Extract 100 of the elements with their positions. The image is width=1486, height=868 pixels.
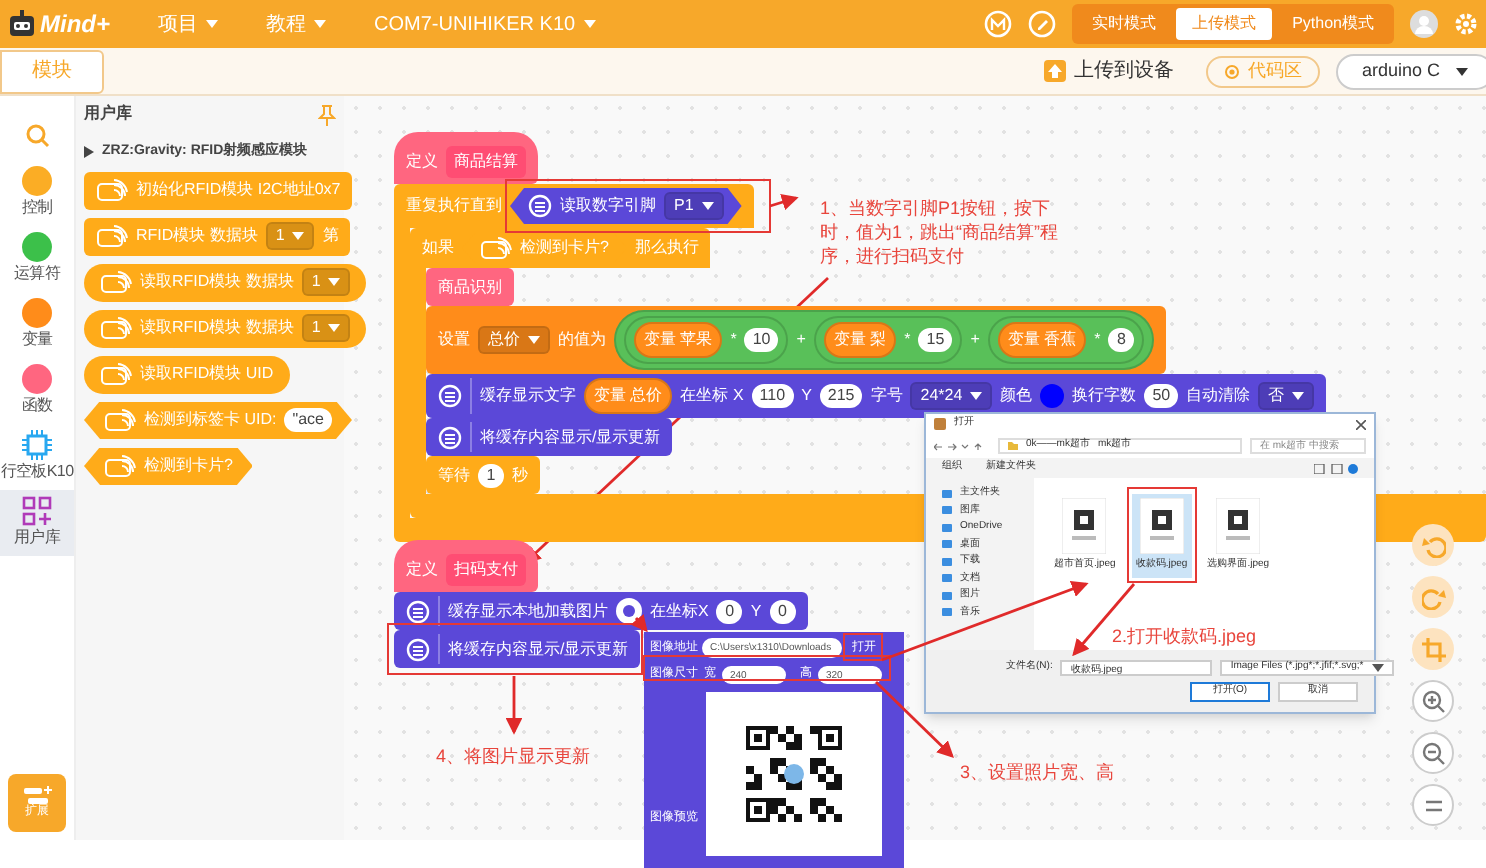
number-field[interactable]: 10 [744,328,779,352]
chip-icon [22,430,52,460]
annotation-arrow [505,676,523,735]
avatar-icon[interactable] [1410,10,1438,38]
category-item[interactable]: 用户库 [0,490,74,556]
number-field[interactable]: 8 [1108,328,1135,352]
palette-title: 用户库 [84,102,132,126]
number-field[interactable]: 50 [1144,384,1179,408]
caret-icon [583,20,596,28]
redo-icon [1421,585,1445,609]
block-label: 字号 [870,384,903,408]
library-grid-icon [22,496,52,526]
block-label: 商品识别 [438,275,502,299]
block-label: 在坐标 X [680,384,744,408]
function-name-label: 扫码支付 [446,554,526,586]
upload-button[interactable]: 上传到设备 [1043,56,1174,86]
block-label: RFID模块 数据块 [136,224,258,248]
caret-icon [328,278,341,286]
block-label: * [730,328,737,352]
block-label: Y [801,384,812,408]
caret-icon [314,20,326,28]
color-swatch[interactable] [1040,384,1065,408]
block-label: * [904,328,911,352]
block-label: 读取数字引脚 [560,194,656,218]
block-label: + [796,328,806,352]
caret-icon [528,336,540,344]
block-label: 设置 [438,328,470,352]
board-icon [528,194,552,218]
block-label: * [1094,328,1101,352]
upload-icon [1043,60,1066,82]
zoom-out-icon [1421,741,1445,765]
search-icon[interactable] [25,124,49,148]
dropdown[interactable]: P1 [664,192,724,220]
image-thumbnail [1139,498,1184,554]
dropdown[interactable]: 24*24 [910,382,993,410]
block-label: 秒 [512,463,528,487]
annotation-text: 3、设置照片宽、高 [960,760,1115,784]
pin-icon[interactable] [318,103,336,125]
block-label: 变量 苹果 [644,328,713,352]
function-name-label: 商品结算 [446,146,526,178]
board-icon [406,599,430,623]
edit-icon[interactable] [1028,10,1057,38]
rfid-card-icon [100,270,132,294]
number-field[interactable]: "ace [284,408,332,432]
rfid-card-icon [104,408,136,432]
block-label: 检测到卡片? [144,454,233,478]
settings-icon[interactable] [1454,12,1478,36]
caret-icon [292,232,305,240]
annotation-text: 4、将图片显示更新 [436,744,591,768]
block-label: 变量 香蕉 [1007,328,1077,352]
view-options-icon[interactable] [1314,463,1358,473]
number-field[interactable]: 15 [918,328,953,352]
annotation-arrow [875,681,954,758]
expand-arrow-icon[interactable] [84,146,94,159]
highlight-box [1127,487,1197,583]
block-label: 重复执行直到 [406,194,502,218]
caret-icon [970,392,983,400]
board-icon [438,425,462,449]
block-label: 在坐标X [650,599,709,623]
block-label: 初始化RFID模块 I2C地址0x7 [136,178,341,202]
block-label: 颜色 [1000,384,1033,408]
caret-icon [701,202,714,210]
number-field[interactable]: 0 [769,599,796,623]
number-field[interactable]: 215 [819,384,863,408]
rfid-card-icon [100,316,132,340]
rfid-card-icon [100,362,132,386]
rfid-card-icon [96,224,128,248]
image-thumbnail [1216,498,1261,554]
board-icon [406,637,430,661]
rfid-card-icon [104,454,136,478]
close-icon[interactable] [1356,419,1366,429]
dropdown[interactable]: 否 [1258,382,1315,410]
language-dropdown[interactable]: arduino C [1335,53,1486,89]
folder-icon [1008,442,1018,450]
block-label: 检测到卡片? [520,236,609,260]
block-label: 将缓存内容显示/显示更新 [480,425,661,449]
block-label: 自动清除 [1186,384,1251,408]
app-logo-text: Mind+ [40,8,110,42]
image-thumbnail [1062,498,1107,554]
number-field[interactable]: 110 [751,384,794,408]
number-field[interactable]: 0 [716,599,743,623]
block-label: 检测到标签卡 UID: [144,408,277,432]
block-label: 等待 [438,463,470,487]
annotation-arrow [630,613,648,633]
app-icon [934,418,946,430]
annotation-text: 2.打开收款码.jpeg [1112,624,1257,648]
rfid-card-icon [480,236,512,260]
number-field[interactable]: 1 [478,463,504,487]
undo-icon [1421,533,1445,557]
extension-icon [23,785,51,803]
caret-icon [1456,67,1468,75]
caret-icon [206,20,218,28]
block-label: 的值为 [558,328,606,352]
caret-icon [1371,664,1384,672]
block-label: 第 [322,224,339,248]
annotation-arrow [769,194,799,211]
annotation-text: 1、当数字引脚P1按钮，按下时，值为1，跳出“商品结算”程序，进行扫码支付 [820,196,1060,268]
block-label: 缓存显示本地加载图片 [448,599,608,623]
image-picker-button[interactable] [616,598,642,624]
block-label: + [970,328,980,352]
